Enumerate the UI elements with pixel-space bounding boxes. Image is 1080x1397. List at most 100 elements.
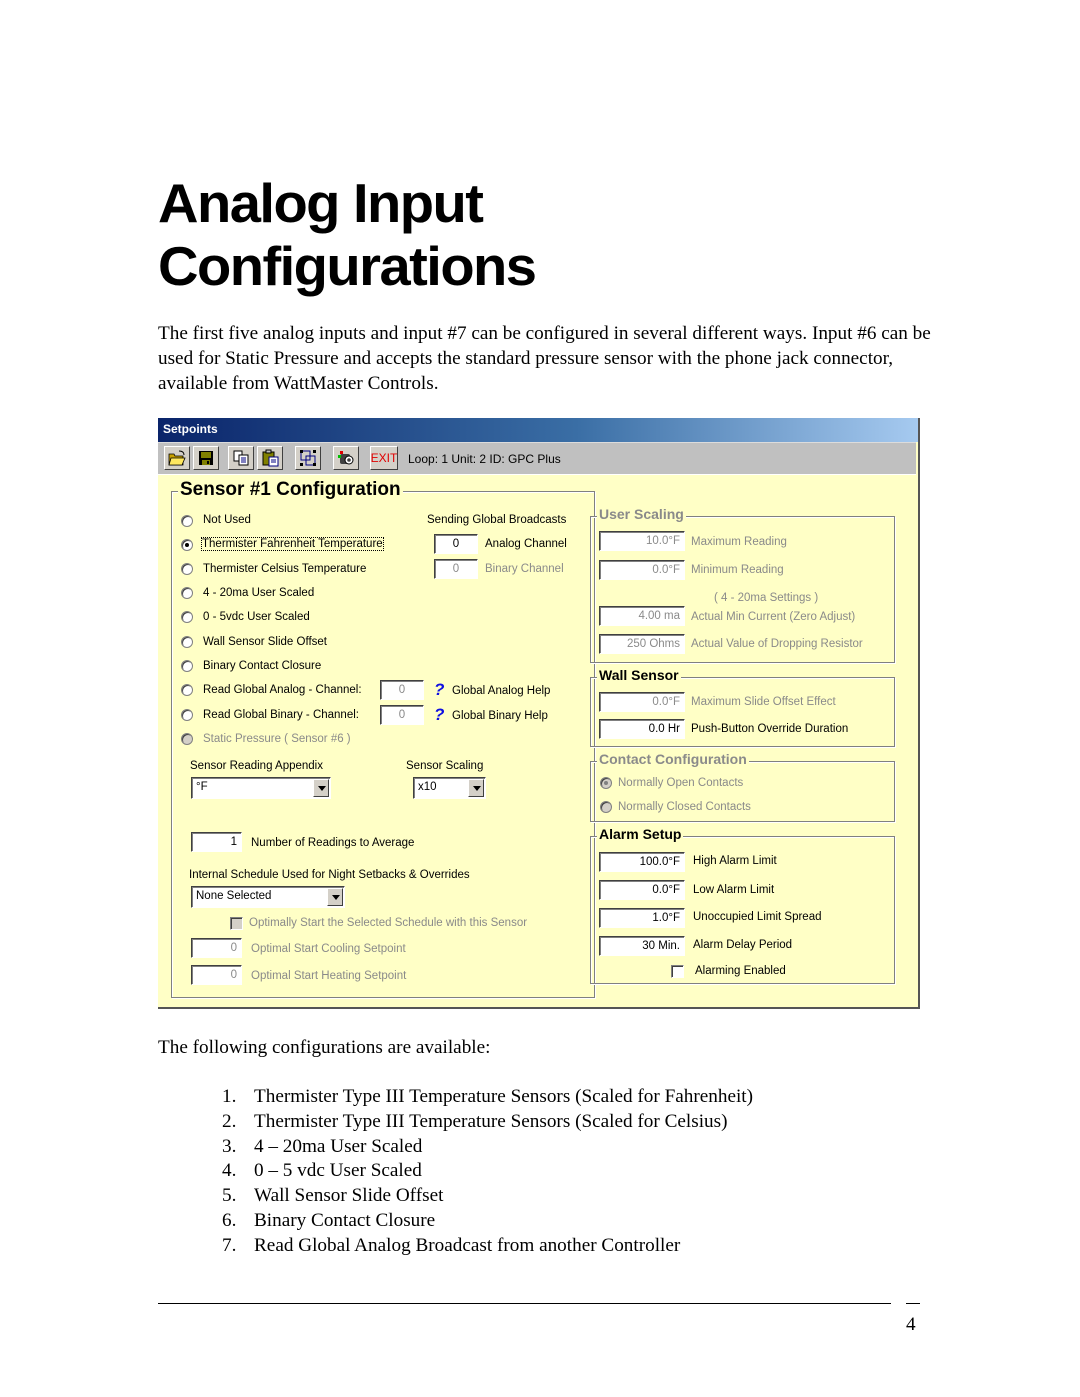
max-reading-input[interactable]: 10.0°F bbox=[599, 531, 685, 551]
option-label: Wall Sensor Slide Offset bbox=[203, 636, 327, 648]
limit-spread-input[interactable]: 1.0°F bbox=[599, 908, 685, 928]
list-item: 4. 0 – 5 vdc User Scaled bbox=[222, 1159, 753, 1184]
heating-setpoint-input[interactable]: 0 bbox=[191, 965, 242, 985]
radio-normally-closed bbox=[600, 801, 612, 813]
radio-wall-sensor[interactable] bbox=[181, 636, 193, 648]
appendix-label: Sensor Reading Appendix bbox=[190, 760, 323, 772]
footer-rule-short bbox=[906, 1303, 920, 1304]
copy-icon bbox=[233, 450, 249, 466]
slide-offset-input[interactable]: 0.0°F bbox=[599, 692, 685, 712]
radio-not-used[interactable] bbox=[181, 515, 193, 527]
option-label: Static Pressure ( Sensor #6 ) bbox=[203, 733, 351, 745]
page-number: 4 bbox=[906, 1314, 916, 1335]
radio-4-20ma[interactable] bbox=[181, 587, 193, 599]
list-item: 7. Read Global Analog Broadcast from anot… bbox=[222, 1234, 753, 1259]
list-text: 4 – 20ma User Scaled bbox=[254, 1135, 423, 1157]
min-current-label: Actual Min Current (Zero Adjust) bbox=[691, 611, 856, 623]
help-icon[interactable]: ? bbox=[434, 705, 444, 725]
radio-normally-open bbox=[600, 777, 612, 789]
alarm-setup-legend: Alarm Setup bbox=[597, 826, 684, 842]
radio-thermister-celsius[interactable] bbox=[181, 563, 193, 575]
high-alarm-input[interactable]: 100.0°F bbox=[599, 852, 685, 872]
scaling-select[interactable]: x10 bbox=[413, 777, 486, 799]
option-label: 0 - 5vdc User Scaled bbox=[203, 611, 310, 623]
chevron-down-icon[interactable] bbox=[327, 888, 343, 906]
global-binary-channel-input[interactable]: 0 bbox=[380, 705, 424, 725]
list-item: 6. Binary Contact Closure bbox=[222, 1209, 753, 1234]
list-item: 1. Thermister Type III Temperature Sensor… bbox=[222, 1085, 753, 1110]
list-item: 3. 4 – 20ma User Scaled bbox=[222, 1135, 753, 1160]
option-label: Read Global Analog - Channel: bbox=[203, 684, 362, 696]
override-duration-label: Push-Button Override Duration bbox=[691, 723, 849, 735]
exit-button[interactable]: EXIT bbox=[370, 446, 398, 470]
title-line-1: Analog Input bbox=[158, 172, 484, 234]
analog-channel-input[interactable]: 0 bbox=[434, 534, 478, 554]
user-scaling-legend: User Scaling bbox=[597, 506, 686, 522]
list-item: 2. Thermister Type III Temperature Sensor… bbox=[222, 1110, 753, 1135]
resize-icon bbox=[300, 450, 316, 466]
min-reading-input[interactable]: 0.0°F bbox=[599, 560, 685, 580]
save-button[interactable] bbox=[193, 446, 219, 470]
list-number: 4. bbox=[222, 1160, 237, 1182]
scaling-label: Sensor Scaling bbox=[406, 760, 484, 772]
camera-icon bbox=[338, 451, 354, 465]
alarm-delay-label: Alarm Delay Period bbox=[693, 939, 793, 951]
contact-config-legend: Contact Configuration bbox=[597, 751, 749, 767]
radio-0-5vdc[interactable] bbox=[181, 611, 193, 623]
global-analog-help-link[interactable]: Global Analog Help bbox=[452, 685, 550, 697]
paste-button[interactable] bbox=[257, 446, 283, 470]
list-text: Thermister Type III Temperature Sensors … bbox=[254, 1086, 754, 1107]
optimal-start-checkbox[interactable] bbox=[230, 917, 243, 930]
alarm-delay-input[interactable]: 30 Min. bbox=[599, 936, 685, 956]
min-current-input[interactable]: 4.00 ma bbox=[599, 606, 685, 626]
list-text: 0 – 5 vdc User Scaled bbox=[254, 1160, 422, 1182]
radio-thermister-fahrenheit[interactable] bbox=[181, 539, 193, 551]
override-duration-input[interactable]: 0.0 Hr bbox=[599, 719, 685, 739]
readings-input[interactable]: 1 bbox=[191, 832, 242, 852]
window-title: Setpoints bbox=[163, 422, 218, 436]
normally-closed-label: Normally Closed Contacts bbox=[618, 801, 751, 813]
radio-read-global-binary[interactable] bbox=[181, 709, 193, 721]
list-text: Wall Sensor Slide Offset bbox=[254, 1185, 444, 1207]
help-icon[interactable]: ? bbox=[434, 680, 444, 700]
configurations-list: 1. Thermister Type III Temperature Sensor… bbox=[222, 1085, 753, 1259]
low-alarm-label: Low Alarm Limit bbox=[693, 884, 775, 896]
option-label: Read Global Binary - Channel: bbox=[203, 709, 359, 721]
resize-button[interactable] bbox=[295, 446, 321, 470]
list-number: 1. bbox=[222, 1086, 237, 1107]
list-text: Binary Contact Closure bbox=[254, 1209, 436, 1231]
alarming-enabled-checkbox[interactable] bbox=[671, 965, 684, 978]
window-titlebar: Setpoints bbox=[158, 418, 918, 442]
radio-read-global-analog[interactable] bbox=[181, 684, 193, 696]
max-reading-label: Maximum Reading bbox=[691, 536, 787, 548]
list-number: 3. bbox=[222, 1135, 237, 1157]
option-label: Binary Contact Closure bbox=[203, 660, 322, 672]
chevron-down-icon[interactable] bbox=[468, 779, 484, 797]
schedule-select[interactable]: None Selected bbox=[191, 886, 345, 908]
option-label: 4 - 20ma User Scaled bbox=[203, 587, 315, 599]
global-binary-help-link[interactable]: Global Binary Help bbox=[452, 710, 548, 722]
paste-icon bbox=[262, 449, 279, 467]
option-label: Thermister Fahrenheit Temperature bbox=[201, 537, 384, 551]
min-reading-label: Minimum Reading bbox=[691, 564, 784, 576]
binary-channel-input[interactable]: 0 bbox=[434, 559, 478, 579]
resistor-label: Actual Value of Dropping Resistor bbox=[691, 638, 863, 650]
appendix-value: °F bbox=[196, 781, 208, 793]
cooling-setpoint-input[interactable]: 0 bbox=[191, 938, 242, 958]
copy-button[interactable] bbox=[228, 446, 254, 470]
wall-sensor-legend: Wall Sensor bbox=[597, 667, 681, 683]
sensor-config-legend: Sensor #1 Configuration bbox=[178, 479, 403, 501]
list-text: Thermister Type III Temperature Sensors … bbox=[254, 1110, 728, 1132]
appendix-select[interactable]: °F bbox=[191, 777, 331, 799]
low-alarm-input[interactable]: 0.0°F bbox=[599, 880, 685, 900]
resistor-input[interactable]: 250 Ohms bbox=[599, 634, 685, 654]
slide-offset-label: Maximum Slide Offset Effect bbox=[691, 696, 836, 708]
camera-button[interactable] bbox=[333, 446, 359, 470]
title-line-2: Configurations bbox=[158, 235, 537, 297]
radio-binary-contact[interactable] bbox=[181, 660, 193, 672]
open-folder-icon bbox=[168, 450, 186, 466]
list-item: 5. Wall Sensor Slide Offset bbox=[222, 1184, 753, 1209]
chevron-down-icon[interactable] bbox=[313, 779, 329, 797]
open-button[interactable] bbox=[164, 446, 190, 470]
global-analog-channel-input[interactable]: 0 bbox=[380, 680, 424, 700]
